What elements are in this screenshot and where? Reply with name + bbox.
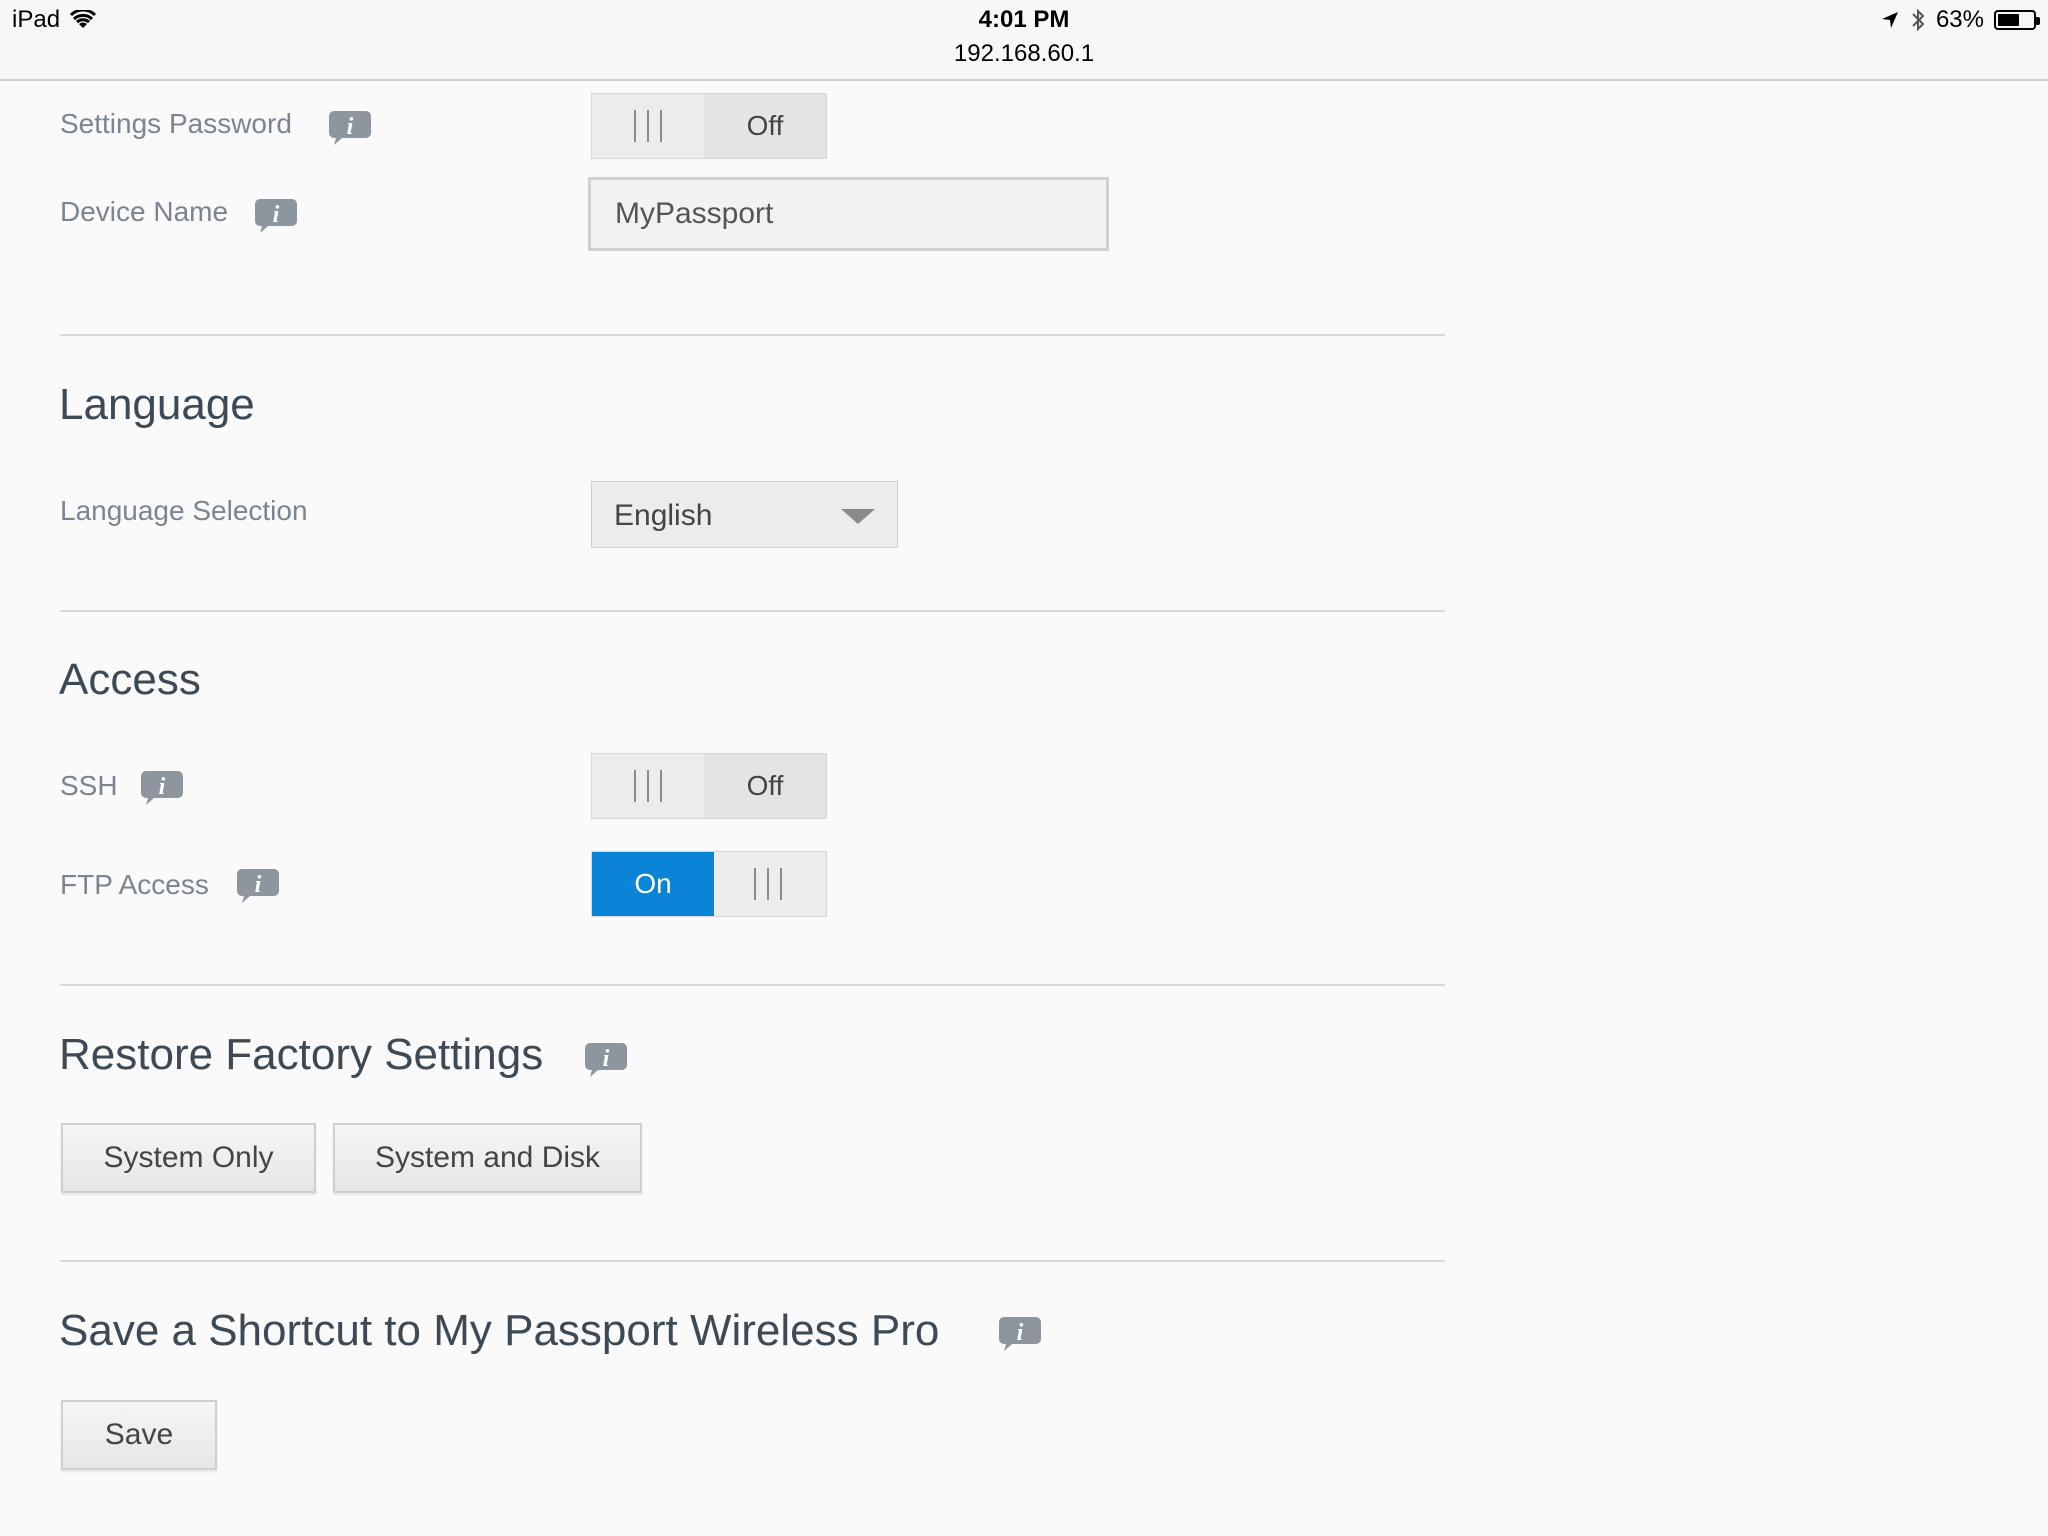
status-bar: iPad 4:01 PM 192.168.60.1 63% xyxy=(0,0,2048,81)
battery-percent: 63% xyxy=(1935,6,1984,33)
system-and-disk-button[interactable]: System and Disk xyxy=(333,1123,642,1193)
toggle-state-off: Off xyxy=(704,754,826,818)
bluetooth-icon xyxy=(1912,8,1925,32)
ssh-label: SSH xyxy=(60,770,118,801)
toggle-grip[interactable] xyxy=(592,94,704,158)
ftp-access-label: FTP Access xyxy=(60,869,209,900)
divider xyxy=(60,610,1445,612)
info-icon[interactable]: i xyxy=(584,1040,628,1078)
divider xyxy=(60,334,1445,336)
svg-text:i: i xyxy=(273,202,280,228)
info-icon[interactable]: i xyxy=(236,866,280,904)
info-icon[interactable]: i xyxy=(998,1314,1042,1352)
info-icon[interactable]: i xyxy=(254,196,298,234)
language-heading: Language xyxy=(59,380,255,429)
ftp-access-toggle[interactable]: On xyxy=(591,851,827,917)
svg-text:i: i xyxy=(159,774,166,800)
divider xyxy=(60,1260,1445,1262)
settings-password-label: Settings Password xyxy=(60,108,292,139)
toggle-grip[interactable] xyxy=(714,852,826,916)
language-selection-label: Language Selection xyxy=(60,495,308,526)
ssh-toggle[interactable]: Off xyxy=(591,753,827,819)
toggle-state-on: On xyxy=(592,852,714,916)
battery-icon xyxy=(1994,10,2040,30)
svg-text:i: i xyxy=(1017,1320,1024,1346)
divider xyxy=(60,984,1445,986)
battery-fill xyxy=(1998,14,2019,26)
status-right: 63% xyxy=(1880,6,2040,34)
save-shortcut-heading: Save a Shortcut to My Passport Wireless … xyxy=(59,1306,940,1355)
location-arrow-icon xyxy=(1881,12,1898,28)
language-selected-value: English xyxy=(614,499,713,532)
toggle-state-off: Off xyxy=(704,94,826,158)
address-url[interactable]: 192.168.60.1 xyxy=(0,40,2048,68)
language-select[interactable]: English xyxy=(591,481,898,548)
status-time: 4:01 PM xyxy=(978,6,1070,33)
info-icon[interactable]: i xyxy=(140,768,184,806)
settings-password-toggle[interactable]: Off xyxy=(591,93,827,159)
svg-text:i: i xyxy=(347,114,354,140)
svg-text:i: i xyxy=(603,1046,610,1072)
device-name-label: Device Name xyxy=(60,196,229,227)
svg-text:i: i xyxy=(255,872,262,898)
info-icon[interactable]: i xyxy=(328,108,372,146)
system-only-button[interactable]: System Only xyxy=(61,1123,316,1193)
save-button[interactable]: Save xyxy=(61,1400,217,1470)
access-heading: Access xyxy=(59,655,201,704)
toggle-grip[interactable] xyxy=(592,754,704,818)
restore-factory-heading: Restore Factory Settings xyxy=(59,1030,544,1079)
device-name-field[interactable]: MyPassport xyxy=(588,177,1109,251)
chevron-down-icon xyxy=(841,509,875,524)
